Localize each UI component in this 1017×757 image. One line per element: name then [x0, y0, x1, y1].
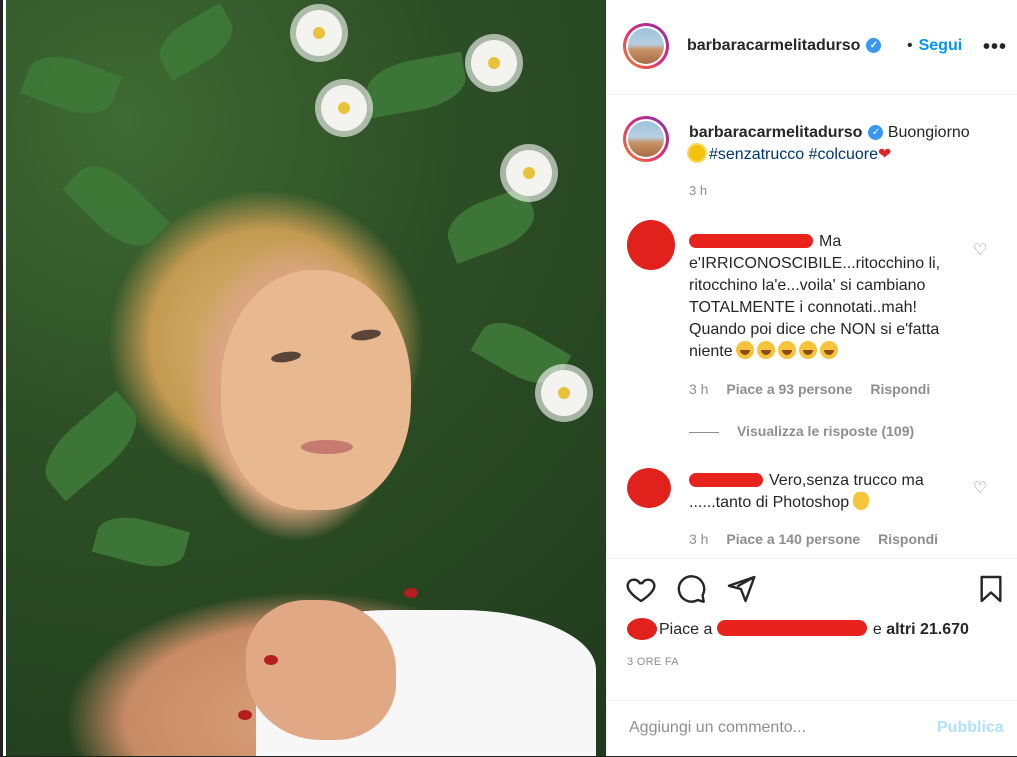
sun-emoji-icon	[689, 145, 705, 161]
caption-avatar[interactable]	[623, 116, 669, 162]
redacted-username	[689, 473, 763, 487]
caption-hashtags[interactable]: #senzatrucco #colcuore	[709, 146, 878, 163]
comment-1-time[interactable]: 3 h	[689, 381, 708, 397]
follow-button[interactable]: • Segui	[907, 37, 962, 55]
clap-emoji-icon	[853, 492, 870, 510]
redacted-liker-name	[716, 620, 867, 636]
more-options-icon[interactable]: •••	[983, 36, 1007, 59]
comment-1: Ma e'IRRICONOSCIBILE...ritocchino li, ri…	[689, 231, 967, 363]
caption-time[interactable]: 3 h	[689, 183, 707, 198]
heart-icon[interactable]	[625, 573, 657, 605]
likes-prefix: Piace a	[659, 621, 713, 638]
comment-1-meta: 3 h Piace a 93 persone Rispondi	[689, 381, 944, 397]
comment-1-likes[interactable]: Piace a 93 persone	[726, 381, 852, 397]
publish-button[interactable]: Pubblica	[937, 719, 1004, 737]
caption-text: Buongiorno	[887, 124, 970, 141]
redacted-username	[689, 234, 813, 248]
caption-username[interactable]: barbaracarmelitadurso	[689, 124, 862, 141]
view-replies-label[interactable]: Visualizza le risposte (109)	[737, 423, 914, 439]
comment-1-heart-icon[interactable]: ♡	[973, 240, 987, 259]
likes-count[interactable]: altri 21.670	[886, 621, 969, 638]
likes-suffix: e	[872, 621, 882, 638]
redacted-avatar	[627, 220, 675, 270]
author-username[interactable]: barbaracarmelitadurso ✓	[687, 37, 882, 55]
comment-2-heart-icon[interactable]: ♡	[973, 478, 987, 497]
add-comment-row: Pubblica	[607, 700, 1017, 757]
bookmark-icon[interactable]	[975, 573, 1007, 605]
redacted-avatar	[627, 468, 671, 508]
verified-badge-icon: ✓	[868, 125, 884, 141]
comment-2-time[interactable]: 3 h	[689, 531, 708, 547]
comment-2: Vero,senza trucco ma ......tanto di Phot…	[689, 470, 967, 514]
post-modal: barbaracarmelitadurso ✓ • Segui ••• barbar…	[0, 0, 1017, 756]
red-heart-emoji-icon: ❤	[877, 146, 892, 163]
comment-2-meta: 3 h Piace a 140 persone Rispondi	[689, 531, 952, 547]
verified-badge-icon: ✓	[866, 38, 882, 54]
follow-label[interactable]: Segui	[919, 37, 963, 54]
author-username-text[interactable]: barbaracarmelitadurso	[687, 37, 860, 54]
likes-summary: Piace a e altri 21.670	[623, 620, 969, 639]
author-avatar[interactable]	[623, 23, 669, 69]
view-replies-button[interactable]: Visualizza le risposte (109)	[689, 423, 914, 439]
post-date[interactable]: 3 ORE FA	[627, 656, 679, 668]
post-side-panel: barbaracarmelitadurso ✓ • Segui ••• barbar…	[606, 0, 1017, 756]
post-header: barbaracarmelitadurso ✓ • Segui •••	[607, 0, 1017, 95]
send-icon[interactable]	[725, 573, 757, 605]
post-caption: barbaracarmelitadurso ✓ Buongiorno #senza…	[689, 122, 989, 166]
post-photo[interactable]	[6, 0, 606, 756]
separator-dot: •	[907, 37, 913, 54]
comment-2-reply-button[interactable]: Rispondi	[878, 531, 938, 547]
comment-1-text: Ma e'IRRICONOSCIBILE...ritocchino li, ri…	[689, 233, 941, 360]
comment-1-reply-button[interactable]: Rispondi	[870, 381, 930, 397]
comment-icon[interactable]	[675, 573, 707, 605]
add-comment-input[interactable]	[627, 709, 931, 747]
comment-2-likes[interactable]: Piace a 140 persone	[726, 531, 860, 547]
